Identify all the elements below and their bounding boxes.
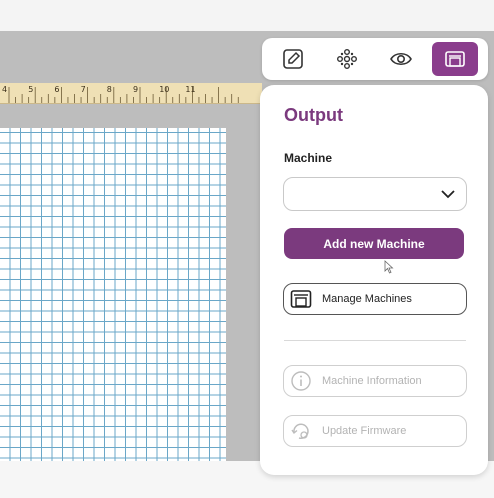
machine-icon [288,286,314,312]
machine-select[interactable] [283,177,467,211]
edit-tab[interactable] [270,42,316,76]
info-icon [288,368,314,394]
ruler-label: 11 [185,85,195,94]
output-tab[interactable] [432,42,478,76]
ruler-label: 9 [133,85,138,94]
mouse-cursor-icon [384,260,394,274]
ruler-label: 4 [2,85,7,94]
manage-machines-button[interactable]: Manage Machines [283,283,467,315]
chevron-down-icon [441,190,455,199]
ruler-label: 7 [81,85,86,94]
preview-icon [390,52,412,66]
update-firmware-button[interactable]: Update Firmware [283,415,467,447]
panel-title: Output [284,105,343,125]
machine-information-button[interactable]: Machine Information [283,365,467,397]
ruler: 4 5 6 7 8 9 10 11 [0,83,262,104]
ruler-label: 10 [159,85,169,94]
output-panel: Output Machine Add new Machine Manage Ma… [260,85,488,475]
firmware-update-icon [288,418,314,444]
machine-label: Machine [284,151,333,165]
output-icon [445,51,465,67]
divider [284,340,466,341]
ruler-scale: 4 5 6 7 8 9 10 11 [2,85,239,103]
ruler-label: 8 [107,85,112,94]
machine-information-label: Machine Information [322,375,422,387]
ruler-label: 5 [28,85,33,94]
add-new-machine-button[interactable]: Add new Machine [284,228,464,259]
mode-toolbar [262,38,488,80]
edit-icon [283,49,303,69]
cutting-mat-grid[interactable] [0,128,226,461]
ruler-label: 6 [54,85,59,94]
transform-icon [337,49,357,69]
top-strip [0,0,494,31]
preview-tab[interactable] [378,42,424,76]
manage-machines-label: Manage Machines [322,293,412,305]
update-firmware-label: Update Firmware [322,425,407,437]
transform-tab[interactable] [324,42,370,76]
